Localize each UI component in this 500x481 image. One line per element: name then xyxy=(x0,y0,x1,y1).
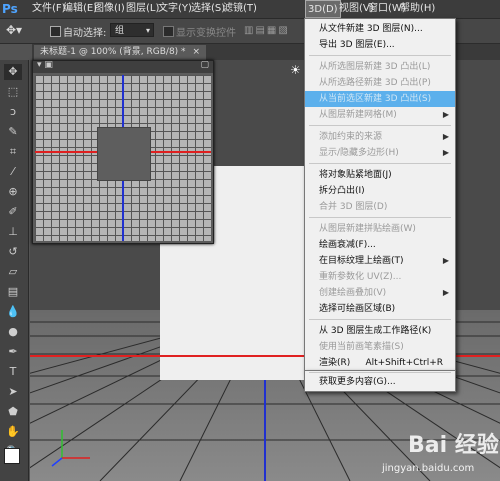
crop-tool-icon[interactable]: ⌗ xyxy=(4,144,22,160)
align-icons[interactable]: ▥▤▦▧ xyxy=(244,25,300,36)
watermark-url: jingyan.baidu.com xyxy=(382,463,475,474)
menu-item-get-more-content[interactable]: 获取更多内容(G)... xyxy=(305,374,455,390)
hand-tool-icon[interactable]: ✋ xyxy=(4,424,22,440)
close-icon[interactable]: × xyxy=(192,47,200,57)
menu-item-render[interactable]: 渲染(R) Alt+Shift+Ctrl+R xyxy=(305,355,455,371)
render-shortcut: Alt+Shift+Ctrl+R xyxy=(365,358,443,368)
history-brush-tool-icon[interactable]: ↺ xyxy=(4,244,22,260)
menu-item-create-painting-overlay[interactable]: 创建绘画叠加(V) ▶ xyxy=(305,285,455,301)
chevron-right-icon: ▶ xyxy=(442,132,449,141)
chevron-down-icon: ▾ xyxy=(145,26,150,35)
menu-separator xyxy=(309,217,451,218)
lasso-tool-icon[interactable]: ↄ xyxy=(4,104,22,120)
top-view-grid xyxy=(35,75,211,241)
menu-item-extrusion-from-path[interactable]: 从所选路径新建 3D 凸出(P) xyxy=(305,75,455,91)
3d-object-preview xyxy=(97,127,151,181)
menu-item-new-mesh-from-layer[interactable]: 从图层新建网格(M) ▶ xyxy=(305,107,455,123)
menu-item-snap-to-ground[interactable]: 将对象贴紧地面(J) xyxy=(305,167,455,183)
menu-separator xyxy=(309,55,451,56)
menu-help[interactable]: 帮助(H) xyxy=(400,0,435,18)
marquee-tool-icon[interactable]: ⬚ xyxy=(4,84,22,100)
menu-select[interactable]: 选择(S) xyxy=(191,0,225,18)
document-title: 未标题-1 @ 100% (背景, RGB/8) * xyxy=(40,47,186,57)
quick-select-tool-icon[interactable]: ✎ xyxy=(4,124,22,140)
menu-item-export-3d-layer[interactable]: 导出 3D 图层(E)... xyxy=(305,37,455,53)
brush-tool-icon[interactable]: ✐ xyxy=(4,204,22,220)
auto-select-value: 组 xyxy=(115,26,125,36)
chevron-right-icon: ▶ xyxy=(442,110,449,119)
stamp-tool-icon[interactable]: ⊥ xyxy=(4,224,22,240)
menu-3d[interactable]: 3D(D) xyxy=(305,0,341,18)
eraser-tool-icon[interactable]: ▱ xyxy=(4,264,22,280)
panel-header: ▾ ▣ ▢ xyxy=(33,60,213,73)
menu-layer[interactable]: 图层(L) xyxy=(126,0,159,18)
tools-panel: ✥ ⬚ ↄ ✎ ⌗ ⁄ ⊕ ✐ ⊥ ↺ ▱ ▤ 💧 ● ✒ T ➤ ⬟ ✋ 🔍 xyxy=(0,60,29,481)
menu-item-add-constraint-source[interactable]: 添加约束的来源 ▶ xyxy=(305,129,455,145)
blur-tool-icon[interactable]: 💧 xyxy=(4,304,22,320)
close-icon[interactable]: ▢ xyxy=(200,60,209,70)
menu-item-new-3d-layer-from-file[interactable]: 从文件新建 3D 图层(N)... xyxy=(305,21,455,37)
type-tool-icon[interactable]: T xyxy=(4,364,22,380)
menu-item-tiled-painting[interactable]: 从图层新建拼贴绘画(W) xyxy=(305,221,455,237)
move-tool-icon[interactable]: ✥ xyxy=(4,64,22,80)
svg-text:☀: ☀ xyxy=(290,63,301,77)
dodge-tool-icon[interactable]: ● xyxy=(4,324,22,340)
chevron-right-icon: ▶ xyxy=(442,288,449,297)
view-menu-icon[interactable]: ▾ ▣ xyxy=(37,60,53,70)
path-select-tool-icon[interactable]: ➤ xyxy=(4,384,22,400)
menu-item-show-hide-polygons[interactable]: 显示/隐藏多边形(H) ▶ xyxy=(305,145,455,161)
menu-item-paint-on-target-texture[interactable]: 在目标纹理上绘画(T) ▶ xyxy=(305,253,455,269)
auto-select-dropdown[interactable]: 组 ▾ xyxy=(110,23,154,37)
3d-dropdown-menu: 从文件新建 3D 图层(N)... 导出 3D 图层(E)... 从所选图层新建… xyxy=(304,18,456,372)
show-transform-checkbox[interactable] xyxy=(163,26,174,37)
menu-item-reparameterize-uv[interactable]: 重新参数化 UV(Z)... xyxy=(305,269,455,285)
healing-tool-icon[interactable]: ⊕ xyxy=(4,184,22,200)
3d-secondary-view[interactable]: ▾ ▣ ▢ xyxy=(32,60,214,244)
menu-item-sketch-with-brush[interactable]: 使用当前画笔素描(S) xyxy=(305,339,455,355)
pen-tool-icon[interactable]: ✒ xyxy=(4,344,22,360)
menu-separator xyxy=(309,372,451,373)
menu-item-paint-falloff[interactable]: 绘画衰减(F)... xyxy=(305,237,455,253)
auto-select-checkbox[interactable] xyxy=(50,26,61,37)
menu-edit[interactable]: 编辑(E) xyxy=(63,0,97,18)
eyedropper-tool-icon[interactable]: ⁄ xyxy=(4,164,22,180)
menu-image[interactable]: 图像(I) xyxy=(94,0,125,18)
document-tab[interactable]: 未标题-1 @ 100% (背景, RGB/8) * × xyxy=(34,45,206,60)
watermark-logo: Bai 经验 xyxy=(408,433,499,458)
menu-item-select-paintable-area[interactable]: 选择可绘画区域(B) xyxy=(305,301,455,317)
menu-separator xyxy=(309,163,451,164)
menu-separator xyxy=(309,319,451,320)
menu-bar: Ps 文件(F) 编辑(E) 图像(I) 图层(L) 文字(Y) 选择(S) 滤… xyxy=(0,0,500,19)
chevron-right-icon: ▶ xyxy=(442,256,449,265)
menu-file[interactable]: 文件(F) xyxy=(32,0,66,18)
menu-item-split-extrusion[interactable]: 拆分凸出(I) xyxy=(305,183,455,199)
baidu-jingyan-watermark: Bai 经验 jingyan.baidu.com xyxy=(380,425,500,481)
auto-select-label: 自动选择: xyxy=(63,28,107,39)
shape-tool-icon[interactable]: ⬟ xyxy=(4,404,22,420)
photoshop-logo: Ps xyxy=(2,2,18,16)
menu-item-extrusion-from-layer[interactable]: 从所选图层新建 3D 凸出(L) xyxy=(305,59,455,75)
menu-item-extrusion-from-selection[interactable]: 从当前选区新建 3D 凸出(S) xyxy=(305,91,455,107)
3d-dropdown-menu-tail: 获取更多内容(G)... xyxy=(304,370,456,392)
foreground-color-swatch[interactable] xyxy=(4,448,20,464)
menu-item-make-work-path[interactable]: 从 3D 图层生成工作路径(K) xyxy=(305,323,455,339)
menu-item-merge-3d-layers[interactable]: 合并 3D 图层(D) xyxy=(305,199,455,215)
show-transform-label: 显示变换控件 xyxy=(176,28,236,39)
menu-filter[interactable]: 滤镜(T) xyxy=(223,0,257,18)
menu-separator xyxy=(309,125,451,126)
move-tool-icon[interactable]: ✥▾ xyxy=(6,23,22,37)
chevron-right-icon: ▶ xyxy=(442,148,449,157)
gradient-tool-icon[interactable]: ▤ xyxy=(4,284,22,300)
menu-type[interactable]: 文字(Y) xyxy=(158,0,192,18)
